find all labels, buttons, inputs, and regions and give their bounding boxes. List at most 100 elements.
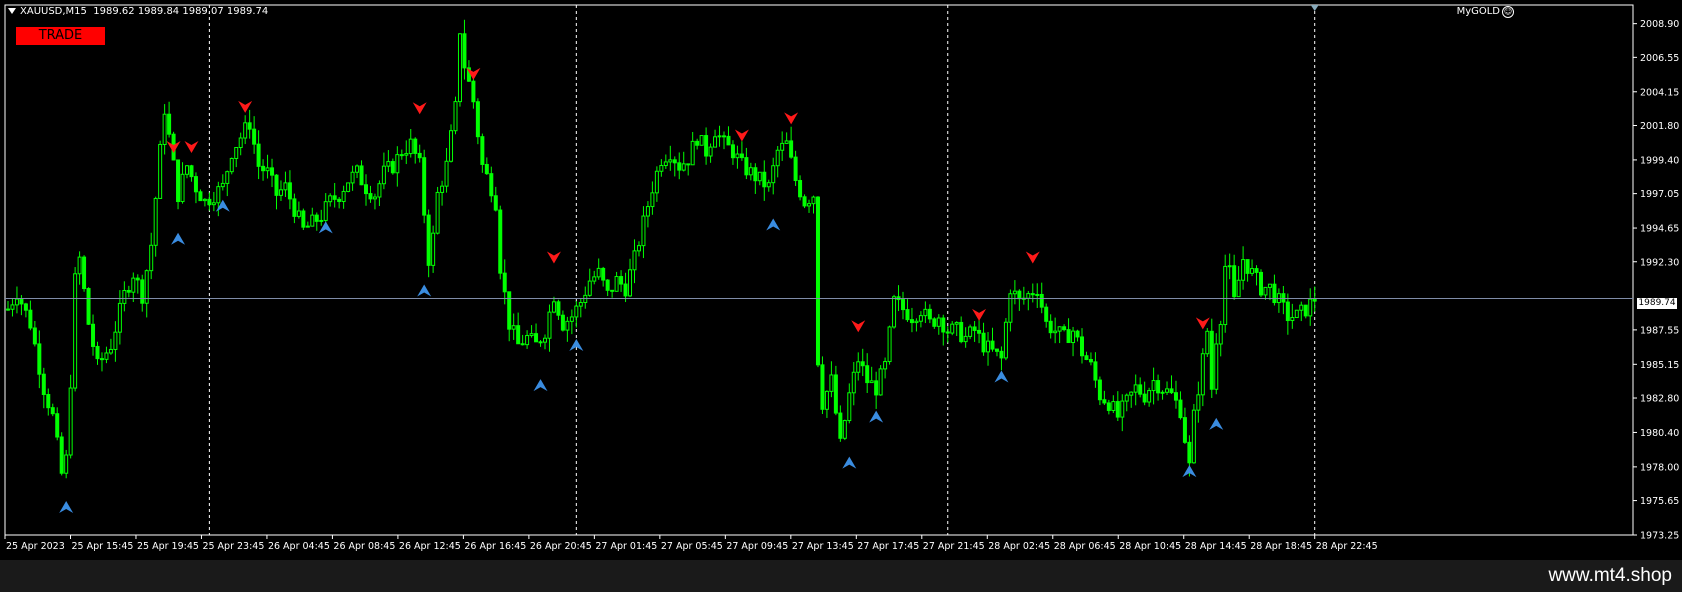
candle-body — [842, 420, 847, 439]
time-tick-label-1: 25 Apr 15:45 — [71, 541, 133, 552]
candle-body — [560, 314, 565, 331]
candle-body — [198, 191, 203, 202]
candle-body — [1245, 259, 1250, 274]
buy-signal-arrow-10 — [994, 370, 1009, 383]
candle-body — [355, 165, 360, 173]
candle-body — [37, 343, 42, 375]
candle-body — [784, 140, 789, 144]
candle-body — [1272, 283, 1277, 304]
candle-body — [484, 163, 489, 175]
time-tick-label-12: 27 Apr 13:45 — [792, 541, 854, 552]
candle-body — [167, 113, 172, 135]
price-tick-label-6: 1994.65 — [1640, 224, 1679, 235]
candle-body — [73, 273, 78, 389]
time-tick-label-19: 28 Apr 18:45 — [1250, 541, 1312, 552]
candle-body — [1218, 324, 1223, 345]
candle-body — [1062, 326, 1067, 331]
candle-body — [959, 321, 964, 343]
candle-body — [1303, 304, 1308, 317]
candle-body — [180, 173, 185, 203]
candle-body — [422, 157, 427, 216]
smiley-icon: ☺ — [1502, 6, 1514, 18]
candle-body — [918, 315, 923, 322]
candle-body — [265, 167, 270, 172]
candle-body — [1151, 380, 1156, 392]
candle-body — [753, 167, 758, 182]
candle-body — [1285, 301, 1290, 322]
expert-advisor-label: MyGOLD ☺ — [1457, 6, 1514, 18]
candle-body — [28, 309, 33, 329]
symbol-timeframe: XAUUSD,M15 — [20, 6, 87, 17]
candle-body — [337, 198, 342, 202]
price-tick-label-2: 2004.15 — [1640, 87, 1679, 98]
candle-body — [1263, 286, 1268, 296]
buy-signal-arrow-8 — [842, 456, 857, 469]
candle-body — [574, 305, 579, 318]
price-chart[interactable]: 2008.90 2006.55 2004.15 2001.80 1999.40 1997.… — [0, 0, 1682, 560]
sell-signal-arrow-7 — [784, 112, 799, 125]
candle-body — [1129, 391, 1134, 396]
candle-body — [364, 184, 368, 195]
candle-body — [829, 374, 834, 392]
candle-body — [1232, 265, 1237, 298]
candle-body — [968, 326, 973, 337]
candle-body — [824, 390, 829, 410]
candle-body — [368, 193, 373, 200]
candle-body — [296, 210, 301, 217]
candle-body — [1205, 330, 1210, 355]
candle-body — [229, 157, 234, 173]
candle-body — [847, 392, 852, 422]
candle-body — [1142, 393, 1147, 403]
candle-body — [628, 269, 633, 297]
candle-body — [914, 320, 919, 324]
candle-body — [46, 394, 51, 409]
sell-signal-arrow-3 — [412, 102, 427, 115]
candle-body — [162, 113, 167, 145]
time-tick-label-5: 26 Apr 08:45 — [333, 541, 395, 552]
time-tick-label-16: 28 Apr 06:45 — [1054, 541, 1116, 552]
candle-body — [547, 311, 552, 339]
candle-body — [399, 154, 404, 157]
candle-body — [319, 219, 324, 222]
chart-header: XAUUSD,M15 1989.62 1989.84 1989.07 1989.… — [8, 6, 268, 17]
candle-body — [1106, 402, 1111, 411]
candle-body — [865, 365, 870, 384]
candle-body — [1281, 293, 1286, 303]
sell-signal-arrow-8 — [851, 320, 866, 333]
candle-body — [748, 167, 753, 176]
chart-window[interactable]: 2008.90 2006.55 2004.15 2001.80 1999.40 1997.… — [0, 0, 1682, 592]
candle-body — [690, 140, 695, 166]
candle-body — [274, 174, 279, 196]
candle-body — [981, 332, 986, 353]
candle-body — [1227, 265, 1232, 268]
candle-body — [1066, 329, 1071, 344]
candle-body — [1178, 399, 1183, 419]
buy-signal-arrow-4 — [417, 284, 432, 297]
candle-body — [1259, 271, 1263, 296]
candle-body — [113, 331, 118, 350]
candle-body — [493, 195, 498, 211]
candle-body — [301, 210, 306, 228]
candle-body — [50, 407, 55, 415]
candle-body — [453, 101, 458, 132]
candle-body — [909, 319, 914, 324]
candle-body — [64, 454, 69, 474]
trade-button[interactable]: TRADE — [16, 27, 105, 45]
candle-body — [498, 209, 503, 274]
candle-body — [936, 317, 941, 327]
candle-body — [623, 283, 628, 297]
candle-body — [614, 276, 619, 292]
candle-body — [323, 201, 328, 221]
candle-body — [404, 153, 409, 156]
candle-body — [108, 348, 113, 354]
candle-body — [256, 143, 261, 167]
candle-body — [23, 303, 28, 311]
candle-body — [1308, 298, 1313, 317]
candle-body — [1147, 390, 1152, 403]
candle-body — [815, 196, 820, 366]
candle-body — [1200, 353, 1205, 396]
candle-body — [1097, 379, 1102, 401]
candle-body — [650, 192, 655, 208]
chart-menu-triangle-icon[interactable] — [8, 8, 16, 14]
time-tick-label-0: 25 Apr 2023 — [6, 541, 65, 552]
